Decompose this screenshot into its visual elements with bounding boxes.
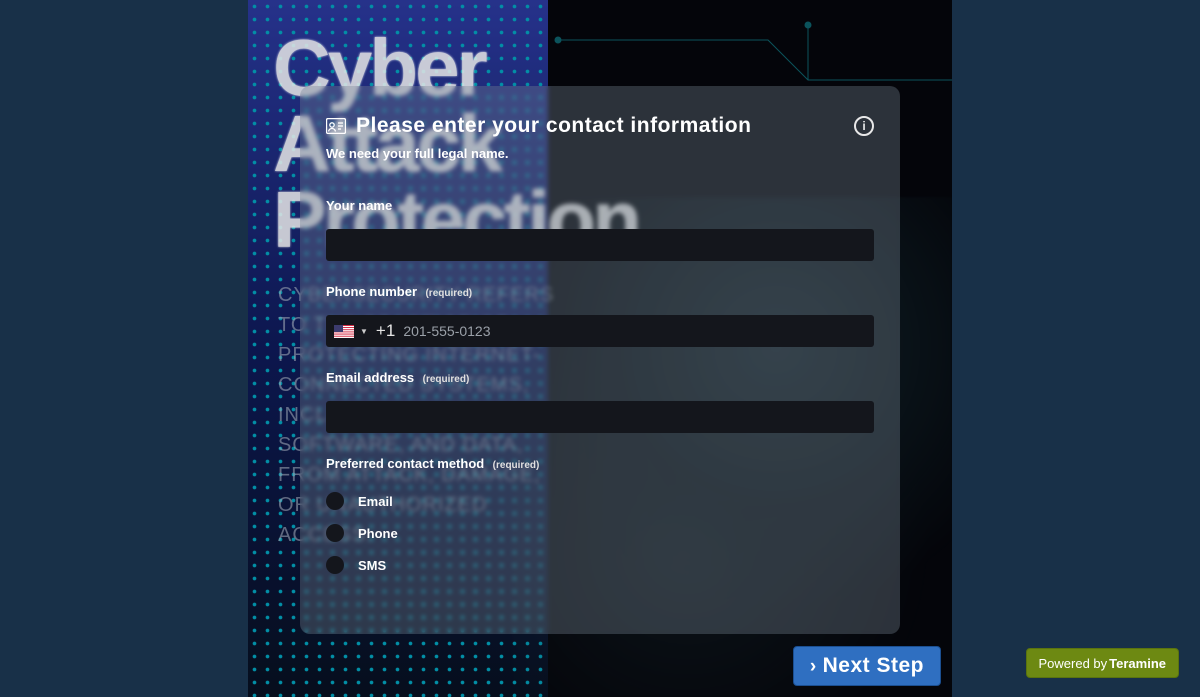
country-code: +1	[376, 321, 395, 341]
app-stage: Cyber Attack Protection CYBERSECURITY RE…	[248, 0, 952, 697]
radio-label: Email	[358, 494, 393, 509]
contact-form-panel: Please enter your contact information i …	[300, 86, 900, 634]
name-input[interactable]	[326, 229, 874, 261]
email-input[interactable]	[326, 401, 874, 433]
required-tag: (required)	[423, 374, 470, 385]
contact-card-icon	[326, 118, 346, 134]
name-label: Your name	[326, 198, 392, 213]
phone-input-row: ▼ +1	[326, 315, 874, 347]
required-tag: (required)	[425, 288, 472, 299]
radio-icon	[326, 524, 344, 542]
phone-label: Phone number	[326, 284, 417, 299]
form-subtitle: We need your full legal name.	[326, 146, 874, 161]
contact-method-option-phone[interactable]: Phone	[326, 517, 874, 549]
contact-method-label: Preferred contact method	[326, 456, 484, 471]
next-step-button[interactable]: › Next Step	[793, 646, 941, 686]
contact-method-field: Preferred contact method (required) Emai…	[326, 455, 874, 581]
phone-field: Phone number (required) ▼ +1	[326, 283, 874, 347]
email-label: Email address	[326, 370, 414, 385]
radio-label: Phone	[358, 526, 398, 541]
next-step-label: Next Step	[823, 654, 924, 678]
phone-input[interactable]	[403, 323, 866, 339]
contact-method-option-sms[interactable]: SMS	[326, 549, 874, 581]
name-field: Your name	[326, 197, 874, 261]
info-icon[interactable]: i	[854, 116, 874, 136]
radio-icon	[326, 556, 344, 574]
chevron-down-icon[interactable]: ▼	[360, 327, 368, 336]
form-heading: Please enter your contact information	[356, 114, 751, 138]
required-tag: (required)	[493, 460, 540, 471]
powered-by-link[interactable]: Powered by Teramine	[1026, 648, 1180, 678]
chevron-right-icon: ›	[810, 657, 817, 676]
radio-label: SMS	[358, 558, 386, 573]
form-heading-row: Please enter your contact information i	[326, 114, 874, 138]
powered-brand: Teramine	[1109, 656, 1166, 671]
email-field: Email address (required)	[326, 369, 874, 433]
contact-method-option-email[interactable]: Email	[326, 485, 874, 517]
radio-icon	[326, 492, 344, 510]
contact-method-options: Email Phone SMS	[326, 485, 874, 581]
us-flag-icon[interactable]	[334, 325, 354, 338]
powered-prefix: Powered by	[1039, 656, 1108, 671]
